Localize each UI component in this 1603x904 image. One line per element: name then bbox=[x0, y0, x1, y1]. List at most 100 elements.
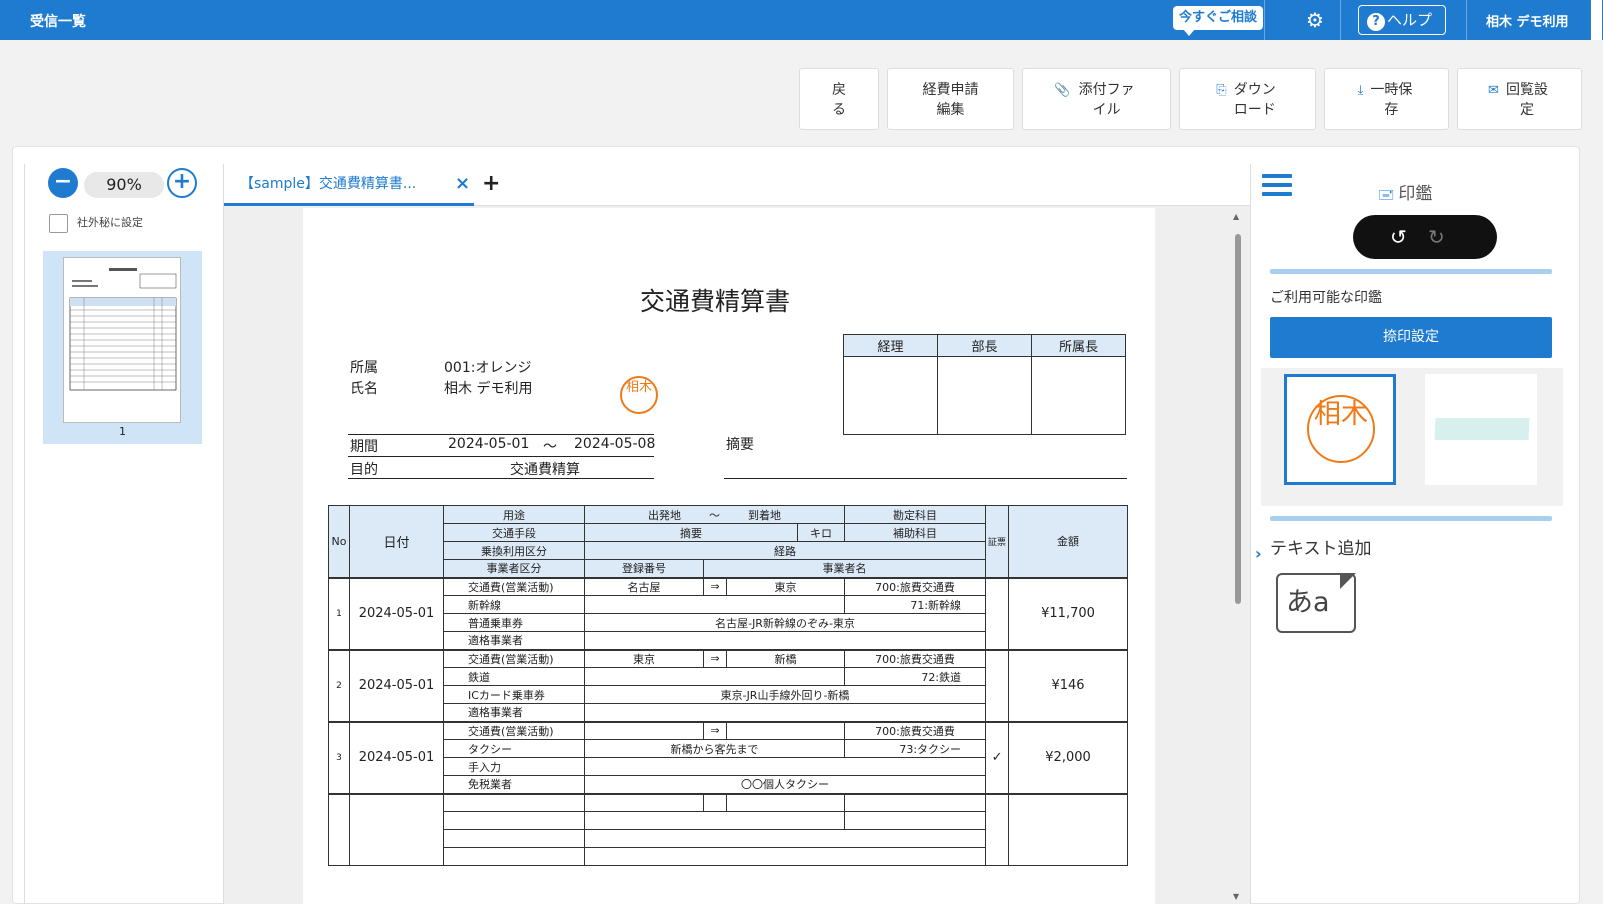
row-biz-name: 〇〇個人タクシー bbox=[583, 775, 987, 794]
row-from: 東京 bbox=[584, 648, 704, 668]
page-thumbnail[interactable]: 1 bbox=[43, 251, 202, 444]
approval-cell[interactable] bbox=[937, 356, 1032, 435]
approval-accounting: 経理 bbox=[843, 334, 938, 357]
expense-table: No 日付 用途 出発地 ～ 到着地 勘定科目 証票 金額 交通手段 摘要 キロ… bbox=[328, 505, 1129, 866]
edit-expense-button[interactable]: 経費申請編集 bbox=[887, 68, 1014, 130]
confidential-label: 社外秘に設定 bbox=[77, 216, 143, 229]
text-add-icon[interactable]: あa bbox=[1276, 573, 1356, 633]
name-label: 氏名 bbox=[350, 381, 378, 397]
header-from: 出発地 bbox=[648, 508, 682, 522]
attach-label: 添付ファイル bbox=[1078, 82, 1135, 118]
scrollbar-thumb[interactable] bbox=[1235, 234, 1241, 604]
tab-document[interactable]: 【sample】交通費精算書... × bbox=[224, 164, 474, 206]
row-route: 東京-JR山手線外回り-新橋 bbox=[583, 685, 987, 704]
empty-cell bbox=[328, 792, 350, 866]
approval-manager: 部長 bbox=[937, 334, 1032, 357]
empty-cell bbox=[725, 792, 846, 812]
row-transfer: 普通乗車券 bbox=[443, 613, 585, 632]
row-route: 名古屋-JR新幹線のぞみ-東京 bbox=[583, 613, 987, 632]
header-reg-no: 登録番号 bbox=[584, 559, 704, 578]
stamp-option-tape[interactable] bbox=[1425, 374, 1537, 485]
rule-line bbox=[348, 478, 654, 479]
empty-cell bbox=[703, 792, 727, 812]
header-receipt: 証票 bbox=[985, 505, 1010, 578]
gear-icon[interactable]: ⚙ bbox=[1303, 8, 1327, 32]
row-means: 鉄道 bbox=[443, 667, 585, 686]
zoom-out-button[interactable]: − bbox=[48, 168, 78, 198]
download-button[interactable]: ⎘ ダウンロード bbox=[1179, 68, 1316, 130]
viewer-scrollbar[interactable]: ▲ ▼ bbox=[1231, 212, 1245, 904]
download-arrow-icon: ⤓ bbox=[1357, 83, 1364, 98]
user-name[interactable]: 相木 デモ利用 bbox=[1486, 11, 1569, 30]
scroll-down-icon[interactable]: ▼ bbox=[1233, 892, 1239, 901]
thumbnail-preview bbox=[63, 257, 181, 423]
zoom-level: 90% bbox=[84, 172, 164, 198]
help-label: ヘルプ bbox=[1387, 11, 1433, 29]
row-arrow: ⇒ bbox=[703, 648, 727, 668]
circulation-label: 回覧設定 bbox=[1505, 82, 1548, 118]
empty-cell bbox=[584, 792, 704, 812]
circulation-settings-button[interactable]: ✉ 回覧設定 bbox=[1457, 68, 1582, 130]
row-from bbox=[584, 720, 704, 740]
mail-icon: ✉ bbox=[1488, 83, 1499, 98]
document-tabs: 【sample】交通費精算書... × + bbox=[224, 164, 1250, 206]
close-icon[interactable]: × bbox=[455, 164, 470, 204]
row-amount: ¥146 bbox=[1008, 648, 1129, 722]
row-use: 交通費(営業活動) bbox=[443, 720, 585, 740]
stamp-option-seal[interactable]: 相木 bbox=[1284, 374, 1396, 485]
header-desc: 摘要 bbox=[584, 523, 798, 542]
row-use: 交通費(営業活動) bbox=[443, 648, 585, 668]
row-sub: 71:新幹線 bbox=[844, 595, 987, 614]
redo-icon[interactable]: ↻ bbox=[1428, 215, 1445, 259]
menu-icon[interactable] bbox=[1262, 174, 1292, 200]
divider bbox=[1270, 516, 1552, 521]
row-to bbox=[725, 720, 846, 740]
add-tab-button[interactable]: + bbox=[482, 164, 500, 204]
row-use: 交通費(営業活動) bbox=[443, 576, 585, 596]
row-biz: 免税業者 bbox=[443, 775, 585, 794]
save-temp-button[interactable]: ⤓ 一時保存 bbox=[1324, 68, 1449, 130]
window-scrollbar[interactable] bbox=[1590, 0, 1603, 904]
row-amount: ¥2,000 bbox=[1008, 720, 1129, 794]
purpose-value: 交通費精算 bbox=[510, 462, 580, 478]
chevron-right-icon[interactable]: › bbox=[1255, 544, 1262, 563]
row-desc bbox=[583, 595, 846, 614]
undo-icon[interactable]: ↺ bbox=[1390, 215, 1407, 259]
tape-stamp bbox=[1434, 418, 1530, 440]
empty-cell bbox=[1008, 792, 1129, 866]
top-header: 受信一覧 今すぐご相談 ⚙ ? ヘルプ 相木 デモ利用 bbox=[0, 0, 1603, 40]
empty-cell bbox=[443, 811, 585, 830]
press-settings-button[interactable]: 捺印設定 bbox=[1270, 317, 1552, 358]
row-arrow: ⇒ bbox=[703, 720, 727, 740]
approval-cell[interactable] bbox=[843, 356, 938, 435]
header-route: 経路 bbox=[583, 541, 987, 560]
header-divider bbox=[1340, 0, 1341, 40]
page-title: 受信一覧 bbox=[30, 14, 86, 30]
approval-cell[interactable] bbox=[1031, 356, 1126, 435]
zoom-in-button[interactable]: + bbox=[167, 168, 197, 198]
period-from: 2024-05-01 bbox=[448, 436, 530, 452]
row-from: 名古屋 bbox=[584, 576, 704, 596]
help-button[interactable]: ? ヘルプ bbox=[1358, 5, 1446, 35]
paperclip-icon: 📎 bbox=[1054, 83, 1071, 98]
row-receipt bbox=[985, 648, 1010, 722]
header-means: 交通手段 bbox=[443, 523, 585, 542]
row-to: 新橋 bbox=[725, 648, 846, 668]
confidential-checkbox[interactable] bbox=[49, 214, 68, 233]
row-receipt bbox=[985, 576, 1010, 650]
back-button[interactable]: 戻る bbox=[799, 68, 879, 130]
header-account: 勘定科目 bbox=[844, 505, 987, 524]
consult-button[interactable]: 今すぐご相談 bbox=[1173, 6, 1264, 36]
stamp-panel-title: 🖃 印鑑 bbox=[1378, 179, 1432, 208]
header-amount: 金額 bbox=[1008, 505, 1129, 578]
summary-label: 摘要 bbox=[726, 437, 754, 453]
empty-cell bbox=[443, 792, 585, 812]
row-biz-name bbox=[583, 631, 987, 650]
header-transfer: 乗換利用区分 bbox=[443, 541, 585, 560]
save-temp-label: 一時保存 bbox=[1370, 82, 1413, 118]
scroll-up-icon[interactable]: ▲ bbox=[1233, 212, 1239, 221]
row-desc: 新橋から客先まで bbox=[583, 739, 846, 758]
back-label: 戻る bbox=[832, 82, 846, 118]
download-file-icon: ⎘ bbox=[1216, 83, 1227, 98]
attach-file-button[interactable]: 📎 添付ファイル bbox=[1022, 68, 1171, 130]
